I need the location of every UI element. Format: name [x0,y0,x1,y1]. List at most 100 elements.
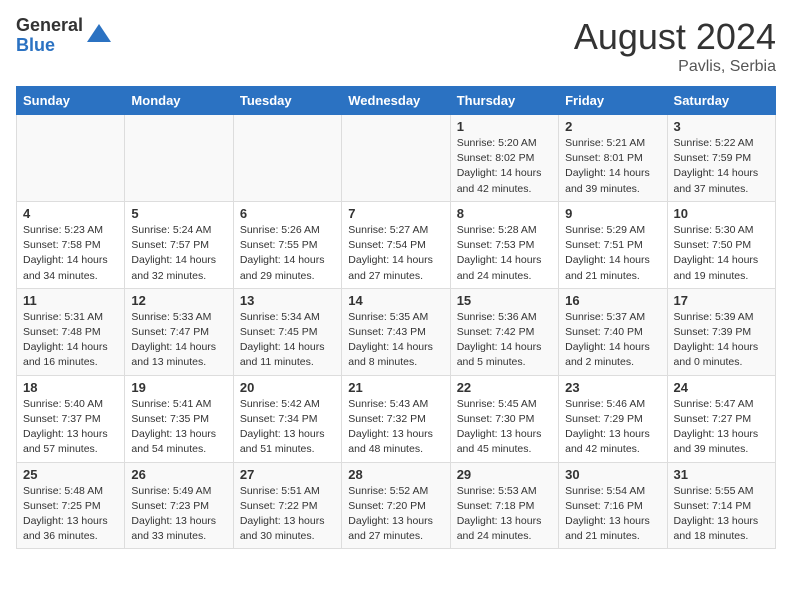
day-number: 15 [457,293,552,308]
day-of-week-header: Wednesday [342,87,450,115]
calendar-cell: 2Sunrise: 5:21 AM Sunset: 8:01 PM Daylig… [559,115,667,202]
day-number: 9 [565,206,660,221]
day-number: 4 [23,206,118,221]
day-number: 25 [23,467,118,482]
day-info: Sunrise: 5:29 AM Sunset: 7:51 PM Dayligh… [565,223,660,284]
day-of-week-header: Thursday [450,87,558,115]
day-number: 6 [240,206,335,221]
day-number: 24 [674,380,769,395]
day-info: Sunrise: 5:36 AM Sunset: 7:42 PM Dayligh… [457,310,552,371]
calendar-cell [233,115,341,202]
day-number: 27 [240,467,335,482]
day-info: Sunrise: 5:47 AM Sunset: 7:27 PM Dayligh… [674,397,769,458]
day-info: Sunrise: 5:30 AM Sunset: 7:50 PM Dayligh… [674,223,769,284]
calendar-body: 1 Sunrise: 5:20 AM Sunset: 8:02 PM Daylig… [17,115,776,549]
day-number: 19 [131,380,226,395]
logo-blue-text: Blue [16,36,83,56]
day-info: Sunrise: 5:49 AM Sunset: 7:23 PM Dayligh… [131,484,226,545]
day-info: Sunrise: 5:40 AM Sunset: 7:37 PM Dayligh… [23,397,118,458]
day-number: 30 [565,467,660,482]
day-info: Sunrise: 5:52 AM Sunset: 7:20 PM Dayligh… [348,484,443,545]
logo: General Blue [16,16,113,56]
day-of-week-header: Tuesday [233,87,341,115]
day-number: 23 [565,380,660,395]
day-of-week-header: Friday [559,87,667,115]
day-number: 18 [23,380,118,395]
calendar-week-row: 25 Sunrise: 5:48 AM Sunset: 7:25 PM Dayli… [17,462,776,549]
calendar-cell: 28 Sunrise: 5:52 AM Sunset: 7:20 PM Dayli… [342,462,450,549]
day-number: 8 [457,206,552,221]
day-info: Sunrise: 5:28 AM Sunset: 7:53 PM Dayligh… [457,223,552,284]
day-number: 14 [348,293,443,308]
calendar-cell: 8 Sunrise: 5:28 AM Sunset: 7:53 PM Daylig… [450,201,558,288]
day-of-week-header: Monday [125,87,233,115]
day-info: Sunrise: 5:24 AM Sunset: 7:57 PM Dayligh… [131,223,226,284]
calendar-cell: 29 Sunrise: 5:53 AM Sunset: 7:18 PM Dayli… [450,462,558,549]
day-info: Sunrise: 5:53 AM Sunset: 7:18 PM Dayligh… [457,484,552,545]
calendar-week-row: 4 Sunrise: 5:23 AM Sunset: 7:58 PM Daylig… [17,201,776,288]
day-info: Sunrise: 5:20 AM Sunset: 8:02 PM Dayligh… [457,136,552,197]
calendar-cell: 23 Sunrise: 5:46 AM Sunset: 7:29 PM Dayli… [559,375,667,462]
day-info: Sunrise: 5:48 AM Sunset: 7:25 PM Dayligh… [23,484,118,545]
calendar-cell: 30 Sunrise: 5:54 AM Sunset: 7:16 PM Dayli… [559,462,667,549]
calendar-cell [342,115,450,202]
days-of-week-row: SundayMondayTuesdayWednesdayThursdayFrid… [17,87,776,115]
calendar-cell: 21 Sunrise: 5:43 AM Sunset: 7:32 PM Dayli… [342,375,450,462]
calendar-week-row: 11 Sunrise: 5:31 AM Sunset: 7:48 PM Dayli… [17,288,776,375]
day-info: Sunrise: 5:54 AM Sunset: 7:16 PM Dayligh… [565,484,660,545]
day-info: Sunrise: 5:43 AM Sunset: 7:32 PM Dayligh… [348,397,443,458]
day-number: 31 [674,467,769,482]
day-info: Sunrise: 5:42 AM Sunset: 7:34 PM Dayligh… [240,397,335,458]
calendar-cell: 18 Sunrise: 5:40 AM Sunset: 7:37 PM Dayli… [17,375,125,462]
calendar-cell: 26 Sunrise: 5:49 AM Sunset: 7:23 PM Dayli… [125,462,233,549]
calendar-cell: 19Sunrise: 5:41 AM Sunset: 7:35 PM Dayli… [125,375,233,462]
day-info: Sunrise: 5:46 AM Sunset: 7:29 PM Dayligh… [565,397,660,458]
day-of-week-header: Sunday [17,87,125,115]
logo-general-text: General [16,16,83,36]
calendar-header: SundayMondayTuesdayWednesdayThursdayFrid… [17,87,776,115]
day-info: Sunrise: 5:39 AM Sunset: 7:39 PM Dayligh… [674,310,769,371]
day-info: Sunrise: 5:23 AM Sunset: 7:58 PM Dayligh… [23,223,118,284]
day-number: 7 [348,206,443,221]
calendar-cell: 10 Sunrise: 5:30 AM Sunset: 7:50 PM Dayli… [667,201,775,288]
day-info: Sunrise: 5:55 AM Sunset: 7:14 PM Dayligh… [674,484,769,545]
calendar-cell: 25 Sunrise: 5:48 AM Sunset: 7:25 PM Dayli… [17,462,125,549]
day-info: Sunrise: 5:33 AM Sunset: 7:47 PM Dayligh… [131,310,226,371]
day-number: 10 [674,206,769,221]
calendar-table: SundayMondayTuesdayWednesdayThursdayFrid… [16,86,776,549]
day-number: 11 [23,293,118,308]
month-year: August 2024 [574,16,776,58]
day-info: Sunrise: 5:27 AM Sunset: 7:54 PM Dayligh… [348,223,443,284]
calendar-cell: 3Sunrise: 5:22 AM Sunset: 7:59 PM Daylig… [667,115,775,202]
calendar-cell: 17 Sunrise: 5:39 AM Sunset: 7:39 PM Dayli… [667,288,775,375]
day-info: Sunrise: 5:34 AM Sunset: 7:45 PM Dayligh… [240,310,335,371]
calendar-cell: 16Sunrise: 5:37 AM Sunset: 7:40 PM Dayli… [559,288,667,375]
day-info: Sunrise: 5:21 AM Sunset: 8:01 PM Dayligh… [565,136,660,197]
day-number: 28 [348,467,443,482]
calendar-cell: 13 Sunrise: 5:34 AM Sunset: 7:45 PM Dayli… [233,288,341,375]
calendar-cell: 5 Sunrise: 5:24 AM Sunset: 7:57 PM Daylig… [125,201,233,288]
day-number: 12 [131,293,226,308]
day-number: 5 [131,206,226,221]
day-info: Sunrise: 5:35 AM Sunset: 7:43 PM Dayligh… [348,310,443,371]
logo-icon [85,22,113,50]
calendar-cell: 20 Sunrise: 5:42 AM Sunset: 7:34 PM Dayli… [233,375,341,462]
day-number: 29 [457,467,552,482]
day-number: 17 [674,293,769,308]
calendar-cell: 27 Sunrise: 5:51 AM Sunset: 7:22 PM Dayli… [233,462,341,549]
calendar-cell [125,115,233,202]
day-number: 13 [240,293,335,308]
day-number: 21 [348,380,443,395]
day-info: Sunrise: 5:31 AM Sunset: 7:48 PM Dayligh… [23,310,118,371]
calendar-cell: 24 Sunrise: 5:47 AM Sunset: 7:27 PM Dayli… [667,375,775,462]
calendar-cell: 6Sunrise: 5:26 AM Sunset: 7:55 PM Daylig… [233,201,341,288]
day-info: Sunrise: 5:22 AM Sunset: 7:59 PM Dayligh… [674,136,769,197]
day-number: 1 [457,119,552,134]
page-header: General Blue August 2024 Pavlis, Serbia [16,16,776,76]
day-info: Sunrise: 5:51 AM Sunset: 7:22 PM Dayligh… [240,484,335,545]
day-info: Sunrise: 5:37 AM Sunset: 7:40 PM Dayligh… [565,310,660,371]
month-title: August 2024 Pavlis, Serbia [574,16,776,76]
day-number: 20 [240,380,335,395]
calendar-cell: 4 Sunrise: 5:23 AM Sunset: 7:58 PM Daylig… [17,201,125,288]
day-number: 26 [131,467,226,482]
